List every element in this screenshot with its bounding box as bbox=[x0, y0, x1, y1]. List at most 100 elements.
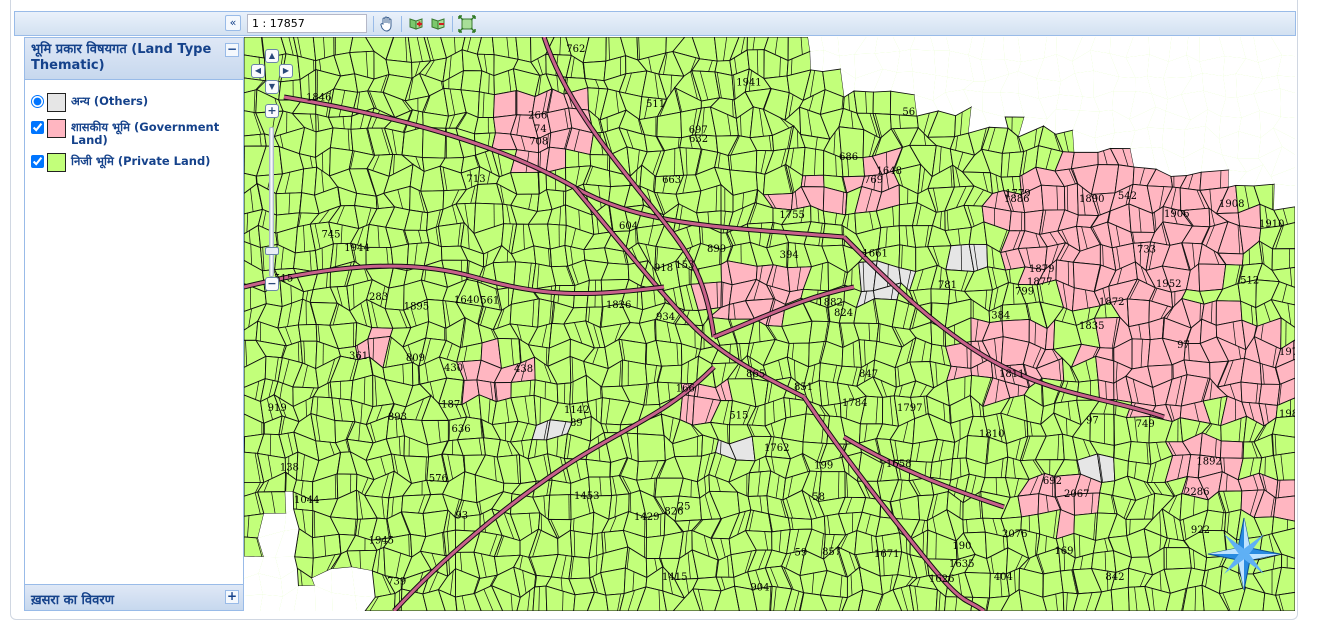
parcel-number: 1810 bbox=[979, 429, 1004, 440]
pan-hand-icon[interactable] bbox=[377, 14, 397, 34]
zoom-slider-thumb[interactable] bbox=[265, 247, 279, 255]
parcel-map[interactable]: 1906189018861952187918721811181016581671… bbox=[244, 37, 1295, 611]
toolbar-separator bbox=[452, 16, 453, 32]
parcel-number: 394 bbox=[780, 250, 799, 261]
parcel bbox=[582, 60, 607, 82]
parcel-number: 1762 bbox=[764, 443, 789, 454]
parcel-number: 1044 bbox=[294, 495, 319, 506]
parcel-number: 561 bbox=[480, 296, 499, 307]
legend-item-others[interactable]: अन्य (Others) bbox=[25, 93, 243, 113]
parcel bbox=[1219, 440, 1245, 459]
parcel-number: 697 bbox=[689, 125, 708, 136]
parcel bbox=[330, 567, 356, 596]
pan-down-icon[interactable]: ▼ bbox=[265, 80, 279, 94]
land-type-panel: भूमि प्रकार विषयगत (Land Type Thematic) … bbox=[24, 37, 244, 611]
parcel bbox=[636, 433, 666, 463]
parcel bbox=[461, 471, 478, 504]
parcel-number: 851 bbox=[794, 382, 813, 393]
legend-item-private-land[interactable]: निजी भूमि (Private Land) bbox=[25, 153, 243, 173]
parcel-number: 1797 bbox=[897, 403, 922, 414]
parcel-number: 1944 bbox=[344, 243, 369, 254]
parcel-number: 762 bbox=[566, 44, 585, 55]
legend-item-government-land[interactable]: शासकीय भूमि (Government Land) bbox=[25, 119, 243, 147]
parcel bbox=[401, 126, 424, 159]
map-view[interactable]: 1906 1890 1886 1952 1879 1872 1811 1810 1658 1671… bbox=[244, 37, 1295, 611]
parcel-number: 361 bbox=[349, 351, 368, 362]
collapse-minus-icon[interactable]: − bbox=[225, 43, 239, 57]
parcel-number: 576 bbox=[429, 474, 448, 485]
parcel-number: 511 bbox=[646, 99, 665, 110]
parcel-number: 1872 bbox=[1099, 297, 1124, 308]
parcel-number: 663 bbox=[662, 175, 681, 186]
parcel-number: 25 bbox=[678, 502, 691, 513]
pan-up-icon[interactable]: ▲ bbox=[265, 49, 279, 63]
parcel-number: 1835 bbox=[1079, 321, 1104, 332]
parcel-number: 918 bbox=[654, 263, 673, 274]
parcel bbox=[1126, 298, 1150, 328]
legend-label: निजी भूमि (Private Land) bbox=[71, 154, 211, 168]
parcel bbox=[260, 594, 283, 611]
parcel bbox=[802, 146, 825, 177]
parcel-number: 1895 bbox=[404, 302, 429, 313]
parcel-number: 1945 bbox=[369, 536, 394, 547]
zoom-out-icon[interactable] bbox=[428, 14, 448, 34]
khasra-details-bar[interactable]: ख़सरा का विवरण + bbox=[25, 584, 243, 610]
parcel-number: 842 bbox=[1105, 572, 1124, 583]
parcel-number: 739 bbox=[387, 576, 406, 587]
parcel bbox=[1280, 88, 1295, 119]
parcel-number: 769 bbox=[864, 175, 883, 186]
parcel-number: 1811 bbox=[999, 369, 1024, 380]
full-extent-icon[interactable] bbox=[457, 14, 477, 34]
parcel-number: 1755 bbox=[779, 210, 804, 221]
parcel-number: 899 bbox=[707, 244, 726, 255]
parcel-number: 1671 bbox=[874, 549, 899, 560]
parcel-number: 781 bbox=[938, 280, 957, 291]
parcel-number: 857 bbox=[822, 547, 841, 558]
zoom-minus-icon[interactable]: − bbox=[265, 277, 279, 291]
zoom-plus-icon[interactable]: + bbox=[265, 104, 279, 118]
government-swatch bbox=[47, 119, 66, 138]
map-toolbar: « bbox=[14, 11, 1296, 36]
legend-label: शासकीय भूमि (Government Land) bbox=[71, 120, 220, 147]
parcel-number: 919 bbox=[268, 403, 287, 414]
scale-input[interactable] bbox=[247, 14, 367, 33]
parcel-number: 438 bbox=[514, 364, 533, 375]
parcel-number: 904 bbox=[750, 582, 769, 593]
government-land-checkbox[interactable] bbox=[31, 121, 44, 134]
parcel-number: 169 bbox=[1054, 546, 1073, 557]
parcel-number: 1941 bbox=[736, 77, 761, 88]
parcel-number: 1784 bbox=[842, 398, 867, 409]
parcel bbox=[329, 379, 354, 401]
pan-left-icon[interactable]: ◀ bbox=[251, 64, 265, 78]
parcel bbox=[1163, 547, 1192, 570]
private-land-checkbox[interactable] bbox=[31, 155, 44, 168]
parcel-number: 847 bbox=[859, 369, 878, 380]
parcel-number: 515 bbox=[729, 410, 748, 421]
parcel bbox=[1273, 451, 1295, 481]
parcel bbox=[244, 133, 267, 147]
parcel-number: 404 bbox=[994, 572, 1013, 583]
others-radio[interactable] bbox=[31, 95, 44, 108]
pan-right-icon[interactable]: ▶ bbox=[279, 64, 293, 78]
parcel-number: 692 bbox=[1043, 476, 1062, 487]
parcel bbox=[1240, 381, 1263, 404]
parcel-number: 686 bbox=[839, 152, 858, 163]
parcel-number: 97 bbox=[1086, 415, 1099, 426]
parcel-number: 97 bbox=[1177, 340, 1190, 351]
parcel bbox=[460, 70, 483, 93]
parcel bbox=[556, 382, 572, 405]
parcel bbox=[1271, 248, 1295, 271]
legend: अन्य (Others) शासकीय भूमि (Government La… bbox=[25, 80, 243, 173]
zoom-in-icon[interactable] bbox=[406, 14, 426, 34]
expand-plus-icon[interactable]: + bbox=[225, 590, 239, 604]
parcel-number: 604 bbox=[619, 221, 638, 232]
parcel bbox=[1258, 383, 1281, 406]
parcel-number: 1975 bbox=[1279, 347, 1295, 358]
parcel bbox=[656, 364, 683, 384]
parcel-number: 166 bbox=[676, 383, 695, 394]
collapse-panel-icon[interactable]: « bbox=[225, 15, 241, 31]
parcel bbox=[889, 439, 914, 462]
parcel-number: 2286 bbox=[1184, 487, 1209, 498]
parcel-number: 636 bbox=[451, 424, 470, 435]
parcel bbox=[473, 116, 497, 135]
